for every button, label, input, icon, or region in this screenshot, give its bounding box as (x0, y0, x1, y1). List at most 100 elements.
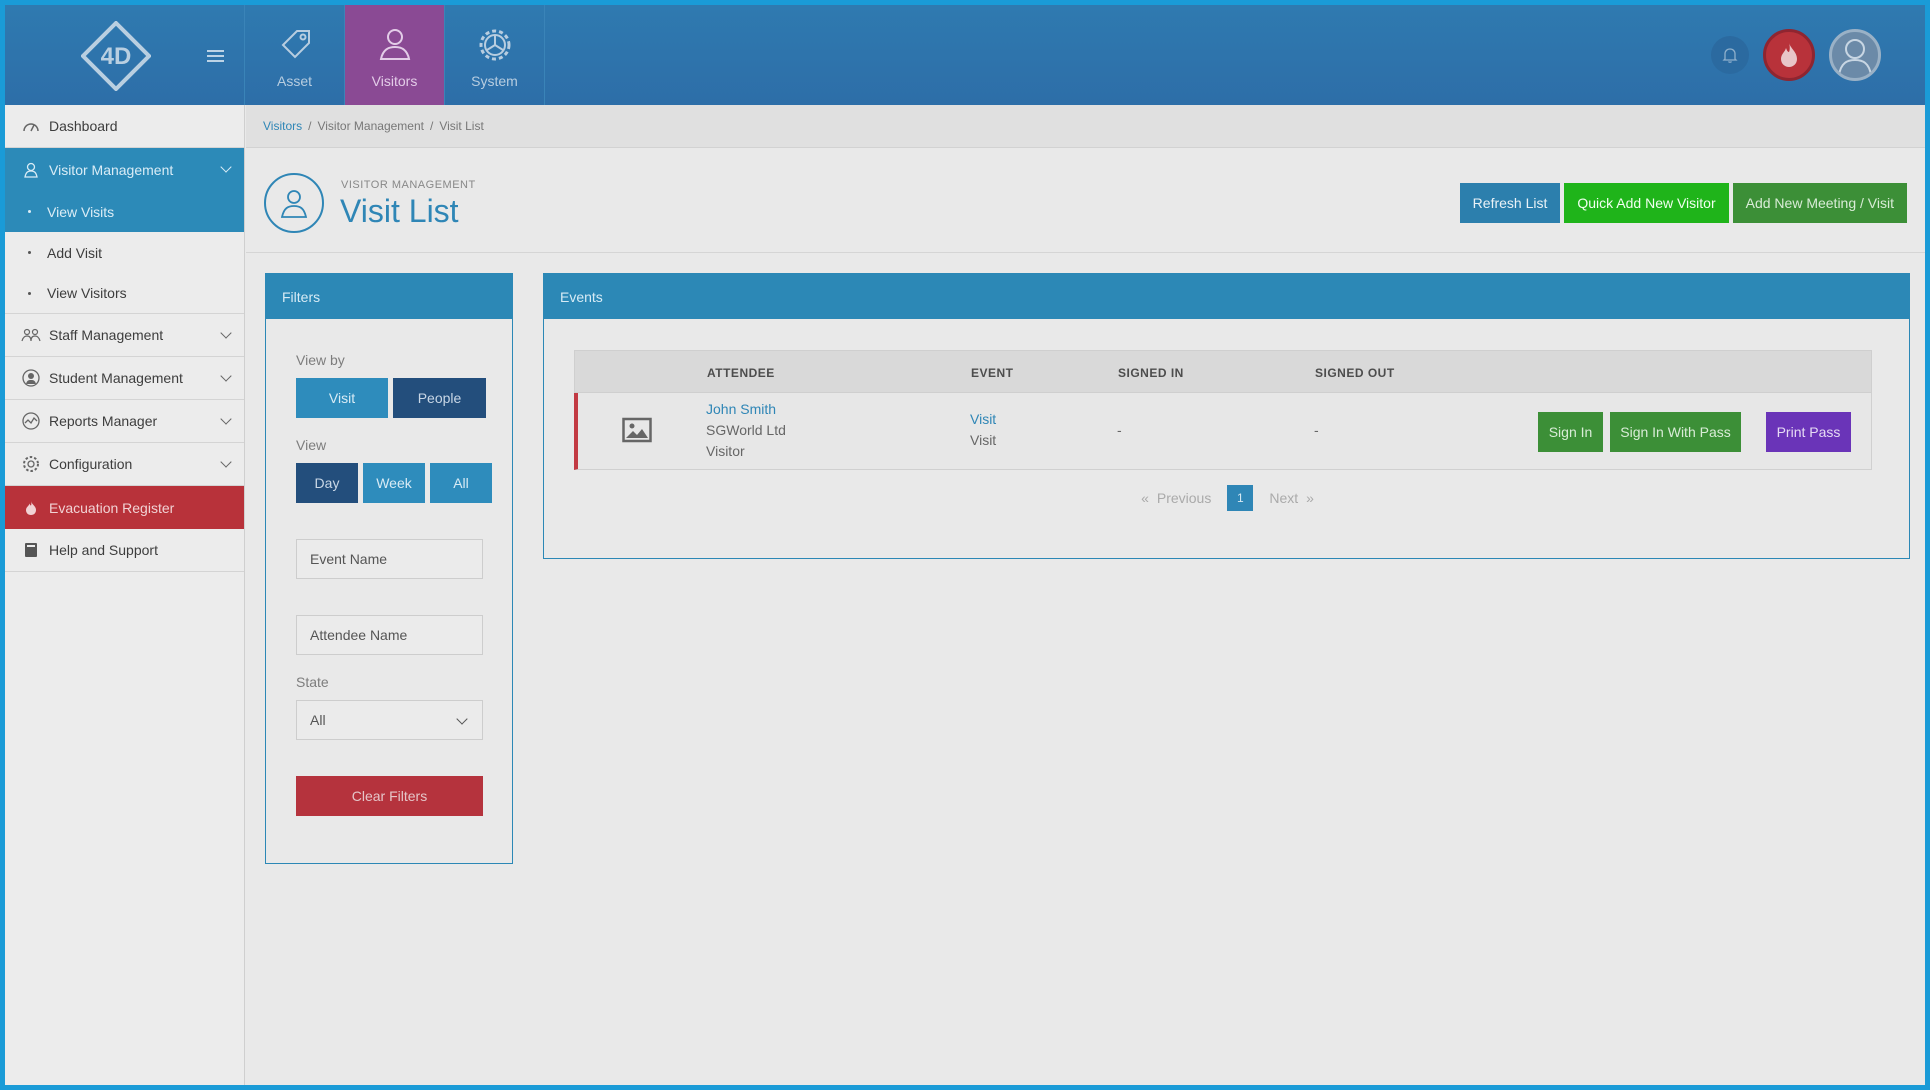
pager-previous[interactable]: Previous (1157, 490, 1211, 506)
column-attendee: ATTENDEE (707, 366, 775, 380)
person-icon (21, 160, 41, 180)
sidebar-item-reports-manager[interactable]: Reports Manager (5, 400, 244, 443)
chevron-down-icon (456, 713, 468, 725)
group-icon (21, 325, 41, 345)
sidebar-item-label: Student Management (49, 370, 183, 386)
column-event: EVENT (971, 366, 1014, 380)
sidebar-item-label: Staff Management (49, 327, 164, 343)
pager-page-1[interactable]: 1 (1227, 485, 1254, 511)
topnav-asset-label: Asset (276, 73, 312, 89)
student-icon (21, 368, 41, 388)
view-day-button[interactable]: Day (296, 463, 358, 503)
refresh-list-button[interactable]: Refresh List (1459, 183, 1561, 223)
page-title: Visit List (340, 193, 459, 229)
page-kicker: VISITOR MANAGEMENT (341, 179, 476, 191)
attendee-name-input[interactable]: Attendee Name (296, 615, 483, 655)
view-all-button[interactable]: All (430, 463, 492, 503)
tag-icon (281, 30, 310, 59)
events-table: ATTENDEE EVENT SIGNED IN SIGNED OUT John… (574, 350, 1872, 470)
view-by-people-button[interactable]: People (393, 378, 486, 418)
chevron-down-icon (220, 161, 232, 173)
view-label: View (296, 437, 327, 453)
sidebar-item-label: Dashboard (49, 118, 118, 134)
event-link[interactable]: Visit (970, 409, 996, 430)
sidebar-item-label: Visitor Management (49, 161, 174, 178)
event-type: Visit (970, 432, 997, 448)
sidebar-item-label: Configuration (49, 456, 133, 472)
flame-icon (21, 498, 41, 518)
breadcrumb: Visitors / Visitor Management / Visit Li… (246, 105, 1925, 148)
sidebar-item-evacuation-register[interactable]: Evacuation Register (5, 486, 244, 529)
top-right-actions (1711, 5, 1925, 105)
topnav-asset[interactable]: Asset (245, 5, 345, 105)
filters-panel: Filters View by Visit People View Day We… (265, 273, 513, 864)
view-by-visit-button[interactable]: Visit (296, 378, 388, 418)
sidebar-item-staff-management[interactable]: Staff Management (5, 314, 244, 357)
column-signed-in: SIGNED IN (1118, 366, 1184, 380)
pager-prev-glyph[interactable]: « (1141, 490, 1149, 506)
flame-icon (1781, 43, 1797, 67)
breadcrumb-separator: / (308, 119, 312, 133)
sidebar-item-student-management[interactable]: Student Management (5, 357, 244, 400)
sidebar-subitem-add-visit[interactable]: Add Visit (5, 232, 244, 273)
sidebar-subitem-view-visits[interactable]: View Visits (5, 191, 244, 232)
sidebar-item-label: Reports Manager (49, 413, 158, 429)
sidebar-item-visitor-management[interactable]: Visitor Management (5, 148, 244, 191)
attendee-cell: John Smith SGWorld Ltd Visitor (706, 399, 786, 462)
print-pass-button[interactable]: Print Pass (1766, 412, 1851, 452)
attendee-company: SGWorld Ltd (706, 422, 786, 438)
chevron-down-icon (220, 327, 232, 339)
event-name-input[interactable]: Event Name (296, 539, 483, 579)
bell-icon (1722, 48, 1738, 63)
user-silhouette-icon (1838, 39, 1872, 76)
table-header: ATTENDEE EVENT SIGNED IN SIGNED OUT (574, 350, 1872, 393)
quick-add-visitor-button[interactable]: Quick Add New Visitor (1564, 183, 1729, 223)
breadcrumb-visitor-management[interactable]: Visitor Management (317, 119, 424, 133)
pager-next-glyph[interactable]: » (1306, 490, 1314, 506)
chevron-down-icon (220, 456, 232, 468)
chart-icon (21, 411, 41, 431)
attendee-name-link[interactable]: John Smith (706, 399, 786, 420)
menu-toggle-icon[interactable] (207, 50, 224, 62)
topnav-visitors-label: Visitors (371, 73, 418, 89)
pagination: « Previous 1 Next » (544, 485, 1911, 511)
sign-in-with-pass-button[interactable]: Sign In With Pass (1610, 412, 1741, 452)
view-by-toggle: Visit People (296, 378, 486, 418)
sidebar: Dashboard Visitor Management View Visits… (5, 105, 245, 1085)
sidebar-subitem-label: Add Visit (47, 244, 102, 261)
image-placeholder-icon (622, 417, 652, 449)
sidebar-subitem-view-visitors[interactable]: View Visitors (5, 273, 244, 314)
breadcrumb-visit-list: Visit List (439, 119, 484, 133)
sidebar-item-help-and-support[interactable]: Help and Support (5, 529, 244, 572)
table-row: John Smith SGWorld Ltd Visitor Visit Vis… (574, 393, 1872, 470)
view-by-label: View by (296, 352, 345, 368)
topnav-visitors[interactable]: Visitors (345, 5, 445, 105)
top-bar: 4D Asset Visitors System (5, 5, 1925, 105)
sidebar-subitem-label: View Visits (47, 203, 115, 220)
add-meeting-visit-button[interactable]: Add New Meeting / Visit (1732, 183, 1907, 223)
notifications-button[interactable] (1711, 36, 1749, 74)
signed-out-value: - (1314, 422, 1319, 438)
page-header: VISITOR MANAGEMENT Visit List Refresh Li… (246, 149, 1925, 253)
chevron-down-icon (220, 413, 232, 425)
events-panel: Events ATTENDEE EVENT SIGNED IN SIGNED O… (543, 273, 1910, 559)
app-frame: 4D Asset Visitors System Dashboard Visit… (0, 0, 1930, 1090)
user-avatar[interactable] (1829, 29, 1881, 81)
4d-logo-icon[interactable]: 4D (81, 21, 151, 91)
sidebar-item-label: Evacuation Register (49, 499, 175, 516)
state-select[interactable]: All (296, 700, 483, 740)
pager-next[interactable]: Next (1269, 490, 1298, 506)
evacuation-button[interactable] (1763, 29, 1815, 81)
events-title: Events (544, 274, 1909, 319)
sidebar-item-dashboard[interactable]: Dashboard (5, 105, 244, 148)
breadcrumb-visitors[interactable]: Visitors (263, 119, 302, 133)
attendee-type: Visitor (706, 443, 745, 459)
sidebar-item-configuration[interactable]: Configuration (5, 443, 244, 486)
chevron-down-icon (220, 370, 232, 382)
view-week-button[interactable]: Week (363, 463, 425, 503)
state-label: State (296, 674, 329, 690)
clear-filters-button[interactable]: Clear Filters (296, 776, 483, 816)
topnav-system-label: System (471, 73, 518, 89)
topnav-system[interactable]: System (445, 5, 545, 105)
sign-in-button[interactable]: Sign In (1538, 412, 1603, 452)
